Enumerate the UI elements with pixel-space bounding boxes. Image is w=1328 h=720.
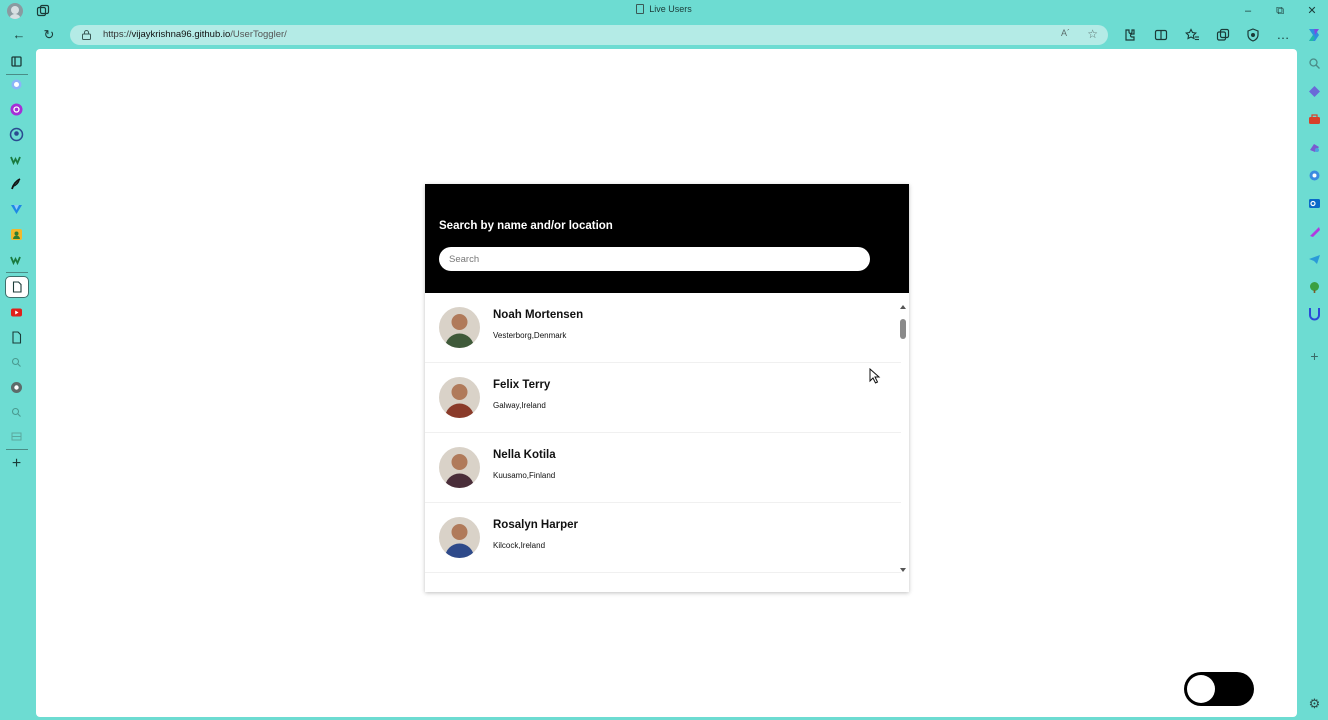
scroll-up-arrow-icon[interactable] xyxy=(900,305,906,309)
user-name: Felix Terry xyxy=(493,379,551,391)
card-header: Search by name and/or location xyxy=(425,184,909,293)
github-icon[interactable] xyxy=(9,127,24,142)
copilot-tab-icon[interactable] xyxy=(9,77,24,92)
designer-icon[interactable] xyxy=(1308,225,1321,238)
outlook-icon[interactable] xyxy=(1308,197,1321,210)
search-icon[interactable] xyxy=(9,355,24,370)
chrome-icon[interactable] xyxy=(9,380,24,395)
add-tab-icon[interactable]: + xyxy=(9,456,24,472)
copilot-sidebar-icon[interactable] xyxy=(1308,169,1321,182)
tab-separator-3 xyxy=(6,449,28,450)
user-location: Kilcock,Ireland xyxy=(493,541,546,550)
user-name: Rosalyn Harper xyxy=(493,519,579,531)
toolbox-icon[interactable] xyxy=(1308,113,1321,126)
toggle-knob[interactable] xyxy=(1187,675,1215,703)
search-heading: Search by name and/or location xyxy=(439,220,613,232)
whatsapp-icon-2[interactable] xyxy=(9,252,24,267)
minimize-button[interactable]: – xyxy=(1233,2,1263,20)
address-bar[interactable]: https://vijaykrishna96.github.io/UserTog… xyxy=(70,25,1108,45)
user-search-card: Search by name and/or location Noah Mort… xyxy=(425,184,909,592)
search-icon-2[interactable] xyxy=(9,405,24,420)
tab-separator-2 xyxy=(6,272,28,273)
list-scrollbar[interactable] xyxy=(899,303,907,583)
url-host: vijaykrishna96.github.io xyxy=(131,29,231,40)
user-list[interactable]: Noah Mortensen Vesterborg,Denmark Felix Te… xyxy=(425,293,901,592)
grid-icon[interactable] xyxy=(9,429,24,444)
extensions-icon[interactable] xyxy=(1121,27,1137,43)
url-scheme: https:// xyxy=(103,29,132,40)
user-avatar xyxy=(439,377,480,418)
add-sidebar-app-icon[interactable]: + xyxy=(1308,349,1321,363)
user-avatar xyxy=(439,307,480,348)
upwork-icon[interactable] xyxy=(1308,306,1321,322)
user-list-item[interactable]: Nella Kotila Kuusamo,Finland xyxy=(425,433,901,503)
gem-icon[interactable] xyxy=(1308,85,1321,98)
document-icon-2[interactable] xyxy=(9,330,24,345)
whatsapp-icon[interactable] xyxy=(9,152,24,167)
tab-title-text: Live Users xyxy=(649,4,692,14)
refresh-button[interactable]: ↻ xyxy=(41,27,57,43)
tree-icon[interactable] xyxy=(1308,281,1321,294)
split-screen-icon[interactable] xyxy=(1153,27,1169,43)
favorite-star-icon[interactable]: ☆ xyxy=(1087,27,1098,41)
restore-button[interactable]: ⧉ xyxy=(1265,2,1295,20)
user-avatar xyxy=(439,517,480,558)
youtube-icon[interactable] xyxy=(9,305,24,320)
user-list-item[interactable]: Noah Mortensen Vesterborg,Denmark xyxy=(425,293,901,363)
page-document-icon xyxy=(636,4,645,14)
collections-icon[interactable] xyxy=(1215,27,1231,43)
user-location: Kuusamo,Finland xyxy=(493,471,556,480)
read-aloud-icon[interactable]: A´ xyxy=(1061,28,1070,38)
contacts-icon[interactable] xyxy=(9,227,24,242)
close-window-button[interactable]: ✕ xyxy=(1297,2,1327,20)
user-name: Nella Kotila xyxy=(493,449,556,461)
url-text[interactable]: https://vijaykrishna96.github.io/UserTog… xyxy=(103,29,287,40)
title-bar: Live Users – ⧉ ✕ xyxy=(0,0,1328,22)
user-list-item[interactable]: Rosalyn Harper Kilcock,Ireland xyxy=(425,503,901,573)
instagram-icon[interactable] xyxy=(9,102,24,117)
user-list-item[interactable]: Felix Terry Galway,Ireland xyxy=(425,363,901,433)
tab-separator xyxy=(6,74,28,75)
favorites-icon[interactable] xyxy=(1184,27,1200,43)
telegram-icon[interactable] xyxy=(1308,253,1321,266)
user-location: Galway,Ireland xyxy=(493,401,546,410)
back-button[interactable]: ← xyxy=(11,27,27,43)
theme-toggle-switch[interactable] xyxy=(1184,672,1254,706)
document-icon xyxy=(12,281,22,293)
browser-essentials-icon[interactable] xyxy=(1245,27,1261,43)
more-menu-button[interactable]: … xyxy=(1275,27,1291,43)
active-tab-live-users[interactable] xyxy=(5,276,29,298)
settings-icon[interactable]: ⚙ xyxy=(1308,697,1321,710)
window-title: Live Users xyxy=(0,4,1328,14)
mouse-cursor-icon xyxy=(869,368,881,384)
vuetify-icon[interactable] xyxy=(9,202,24,217)
vertical-tabs-bar: + xyxy=(0,50,34,720)
games-icon[interactable] xyxy=(1308,141,1321,154)
lock-icon[interactable] xyxy=(82,30,91,40)
user-name: Noah Mortensen xyxy=(493,309,584,321)
user-location: Vesterborg,Denmark xyxy=(493,331,567,340)
page-viewport: Search by name and/or location Noah Mort… xyxy=(36,49,1297,717)
user-avatar xyxy=(439,447,480,488)
address-bar-row: ← ↻ https://vijaykrishna96.github.io/Use… xyxy=(0,23,1328,47)
url-path: /UserToggler/ xyxy=(230,29,287,40)
feather-icon[interactable] xyxy=(9,177,24,192)
copilot-icon[interactable] xyxy=(1305,26,1323,44)
scroll-down-arrow-icon[interactable] xyxy=(900,568,906,572)
scroll-thumb[interactable] xyxy=(900,319,906,339)
tab-overview-icon[interactable] xyxy=(9,54,24,69)
search-icon[interactable] xyxy=(1308,57,1321,70)
search-input[interactable] xyxy=(439,247,870,271)
edge-sidebar: + ⚙ xyxy=(1302,50,1328,720)
